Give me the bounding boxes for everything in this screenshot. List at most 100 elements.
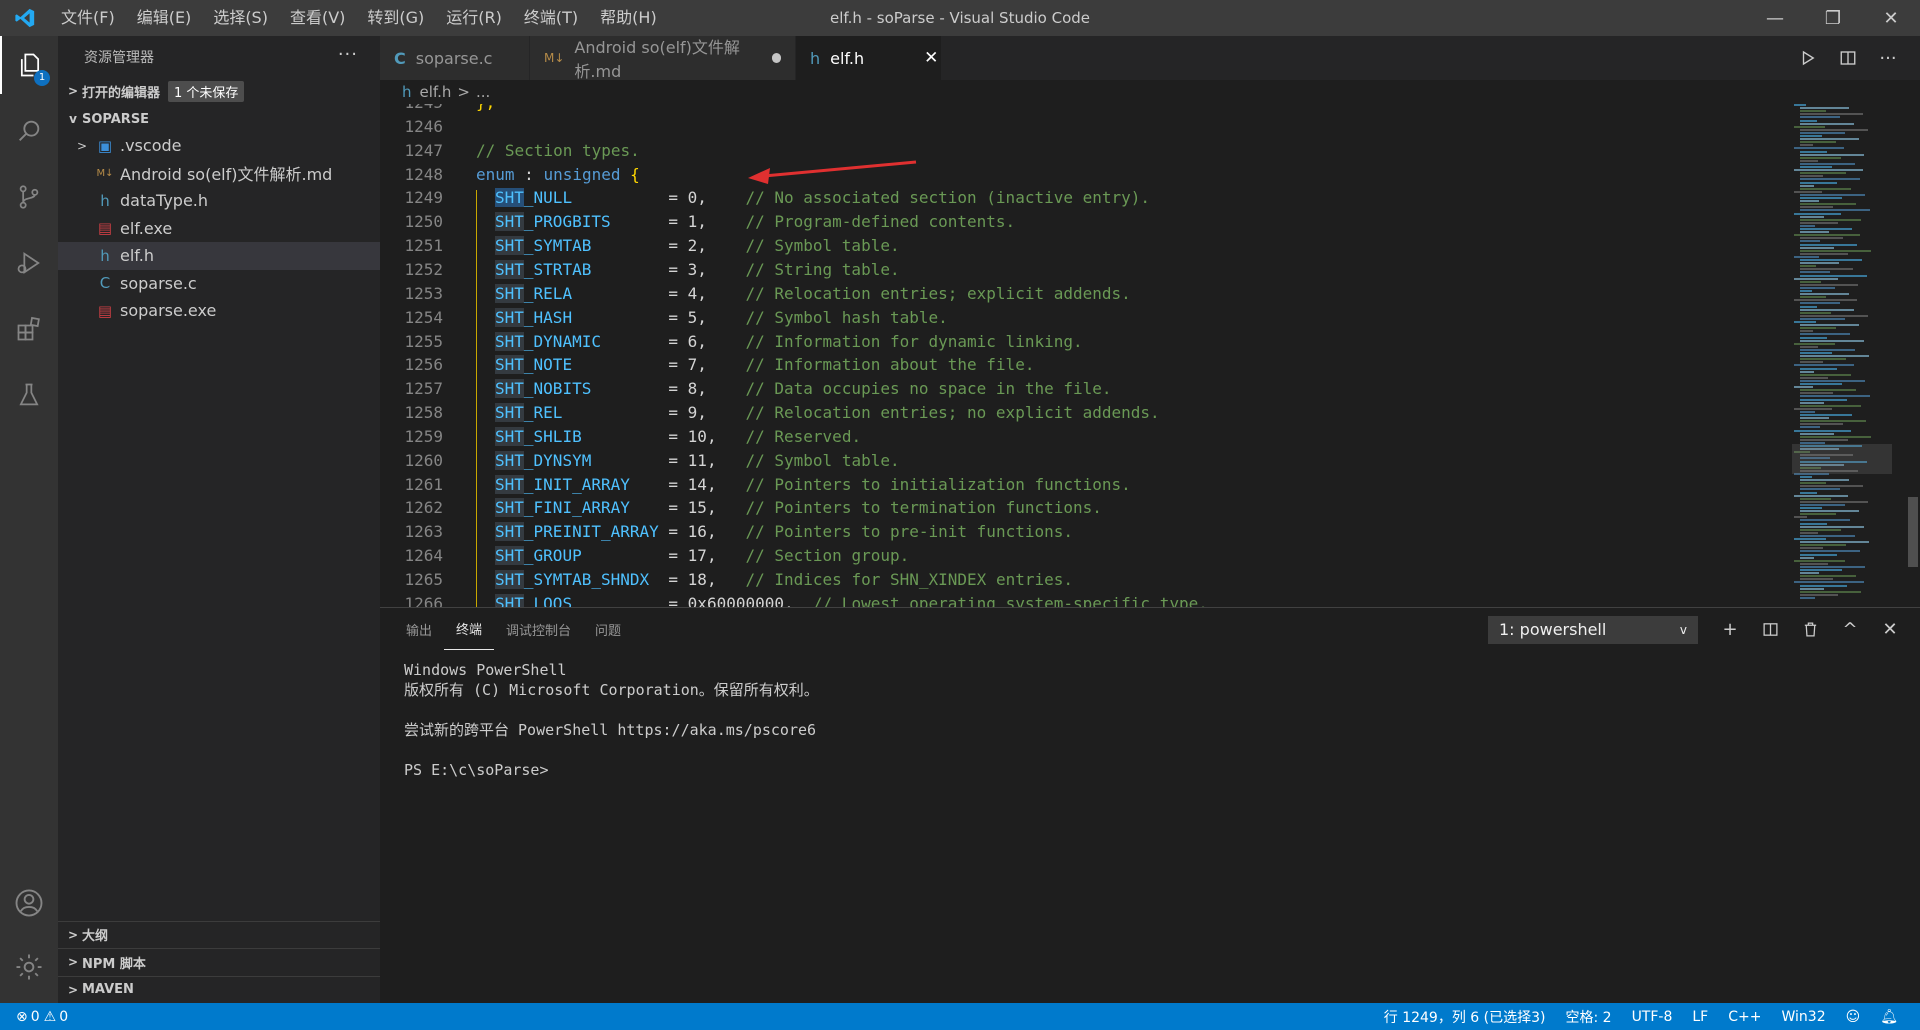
minimap-slider[interactable] [1792, 444, 1892, 474]
menu-item[interactable]: 查看(V) [279, 0, 356, 36]
indentation[interactable]: 空格: 2 [1555, 1007, 1621, 1027]
extensions-button[interactable] [0, 300, 58, 358]
language-mode[interactable]: C++ [1718, 1009, 1771, 1025]
code-editor[interactable]: 1245};12461247// Section types.1248enum … [380, 104, 1790, 607]
terminal-output[interactable]: Windows PowerShell 版权所有 (C) Microsoft Cor… [404, 660, 819, 780]
tab-debug-console[interactable]: 调试控制台 [494, 608, 583, 650]
unsaved-dot-icon[interactable] [772, 53, 781, 63]
enum-value: 5, [687, 307, 707, 327]
tree-item[interactable]: h elf.h [58, 242, 380, 270]
operator: = [591, 379, 688, 399]
selection: SHT [495, 188, 524, 208]
comment: // Section group. [745, 546, 910, 566]
run-debug-button[interactable] [0, 234, 58, 292]
tree-item[interactable]: M↓ Android so(elf)文件解析.md [58, 160, 380, 188]
operator: = [658, 522, 688, 542]
search-button[interactable] [0, 102, 58, 160]
line-number: 1246 [404, 116, 443, 136]
platform[interactable]: Win32 [1771, 1009, 1835, 1025]
minimap-line [1800, 392, 1833, 395]
tree-item[interactable]: ▤ soparse.exe [58, 297, 380, 325]
testing-button[interactable] [0, 366, 58, 424]
npm-scripts-section[interactable]: > NPM 脚本 [58, 948, 380, 976]
code-text: SHT_INIT_ARRAY = 14, // Pointers to init… [495, 473, 1131, 497]
minimap-line [1800, 283, 1858, 286]
line-ending[interactable]: LF [1682, 1009, 1718, 1025]
explorer-button[interactable]: 1 [0, 36, 58, 94]
highlight: SHT [495, 403, 524, 423]
line-number: 1260 [404, 450, 443, 470]
menu-item[interactable]: 终端(T) [513, 0, 589, 36]
line-number: 1258 [404, 403, 443, 423]
maximize-panel-button[interactable]: ^ [1830, 608, 1870, 650]
code-text: SHT_SHLIB = 10, // Reserved. [495, 425, 861, 449]
account-button[interactable] [0, 874, 58, 932]
encoding[interactable]: UTF-8 [1622, 1009, 1683, 1025]
operator: = [629, 498, 688, 518]
menu-item[interactable]: 帮助(H) [589, 0, 668, 36]
minimap-line [1800, 379, 1865, 382]
tab-soparse-c[interactable]: C soparse.c [380, 36, 530, 80]
editor-scroll-thumb[interactable] [1908, 497, 1918, 567]
menu-item[interactable]: 文件(F) [50, 0, 126, 36]
close-panel-button[interactable]: ✕ [1870, 608, 1910, 650]
close-tab-icon[interactable]: ✕ [924, 48, 938, 68]
run-button[interactable] [1788, 36, 1828, 80]
tab-terminal[interactable]: 终端 [444, 608, 495, 650]
tab-elf-h[interactable]: h elf.h ✕ [796, 36, 942, 80]
activity-bar: 1 [0, 36, 58, 1003]
feedback-icon[interactable]: ☺ [1836, 1009, 1871, 1025]
tree-item[interactable]: ▤ elf.exe [58, 215, 380, 243]
highlight: SHT [495, 212, 524, 232]
restore-button[interactable]: ❐ [1804, 0, 1862, 36]
manage-button[interactable] [0, 938, 58, 996]
menu-item[interactable]: 运行(R) [435, 0, 513, 36]
kill-terminal-button[interactable] [1790, 608, 1830, 650]
problems-status[interactable]: ⊗ 0 ⚠ 0 [0, 1009, 68, 1025]
split-terminal-button[interactable] [1750, 608, 1790, 650]
breadcrumb-file[interactable]: elf.h [420, 83, 452, 101]
more-button[interactable]: ··· [1868, 36, 1908, 80]
highlight: SHT [495, 331, 524, 351]
tree-item[interactable]: Csoparse.c [58, 270, 380, 298]
enum-member-rest: _REL [523, 403, 563, 423]
maven-section[interactable]: > MAVEN [58, 975, 380, 1004]
minimap[interactable] [1792, 104, 1892, 607]
menu-item[interactable]: 选择(S) [202, 0, 279, 36]
code-text: SHT_GROUP = 17, // Section group. [495, 544, 909, 568]
enum-member: SHT_SYMTAB_SHNDX [495, 570, 649, 589]
tab-android-md[interactable]: M↓ Android so(elf)文件解析.md [530, 36, 796, 81]
new-terminal-button[interactable]: + [1710, 608, 1750, 650]
chevron-right-icon: > [67, 955, 79, 970]
more-actions-button[interactable]: ··· [338, 44, 358, 65]
minimize-button[interactable]: — [1746, 0, 1804, 36]
tab-problems[interactable]: 问题 [583, 608, 633, 650]
folder-section-soparse[interactable]: v SOPARSE [58, 106, 380, 132]
menu-item[interactable]: 转到(G) [356, 0, 435, 36]
menu-item[interactable]: 编辑(E) [126, 0, 203, 36]
tree-item[interactable]: > ▣ .vscode [58, 132, 380, 160]
open-editors-label: 打开的编辑器 [82, 85, 161, 101]
minimap-line [1800, 116, 1840, 119]
editor-tabs: C soparse.c M↓ Android so(elf)文件解析.md h … [380, 36, 1920, 81]
split-editor-button[interactable] [1828, 36, 1868, 80]
enum-member: SHT_NULL [495, 188, 572, 208]
source-control-button[interactable] [0, 168, 58, 226]
minimap-line [1800, 485, 1863, 488]
open-editors-section[interactable]: > 打开的编辑器 1 个未保存 [58, 78, 380, 104]
terminal-select[interactable]: 1: powershell v [1488, 616, 1698, 644]
cursor-position[interactable]: 行 1249，列 6 (已选择3) [1374, 1007, 1556, 1027]
header-icon: h [100, 191, 110, 210]
operator: = [600, 331, 688, 351]
breadcrumb-rest[interactable]: ... [476, 83, 490, 101]
close-window-button[interactable]: ✕ [1862, 0, 1920, 36]
highlight: SHT [495, 259, 524, 279]
minimap-line [1800, 510, 1859, 513]
bell-icon[interactable]: 🔔︎ [1870, 1009, 1908, 1025]
outline-section[interactable]: > 大纲 [58, 920, 380, 949]
tree-item[interactable]: h dataType.h [58, 187, 380, 215]
minimap-line [1800, 352, 1832, 354]
tab-output[interactable]: 输出 [394, 608, 444, 650]
minimap-line [1800, 296, 1826, 299]
